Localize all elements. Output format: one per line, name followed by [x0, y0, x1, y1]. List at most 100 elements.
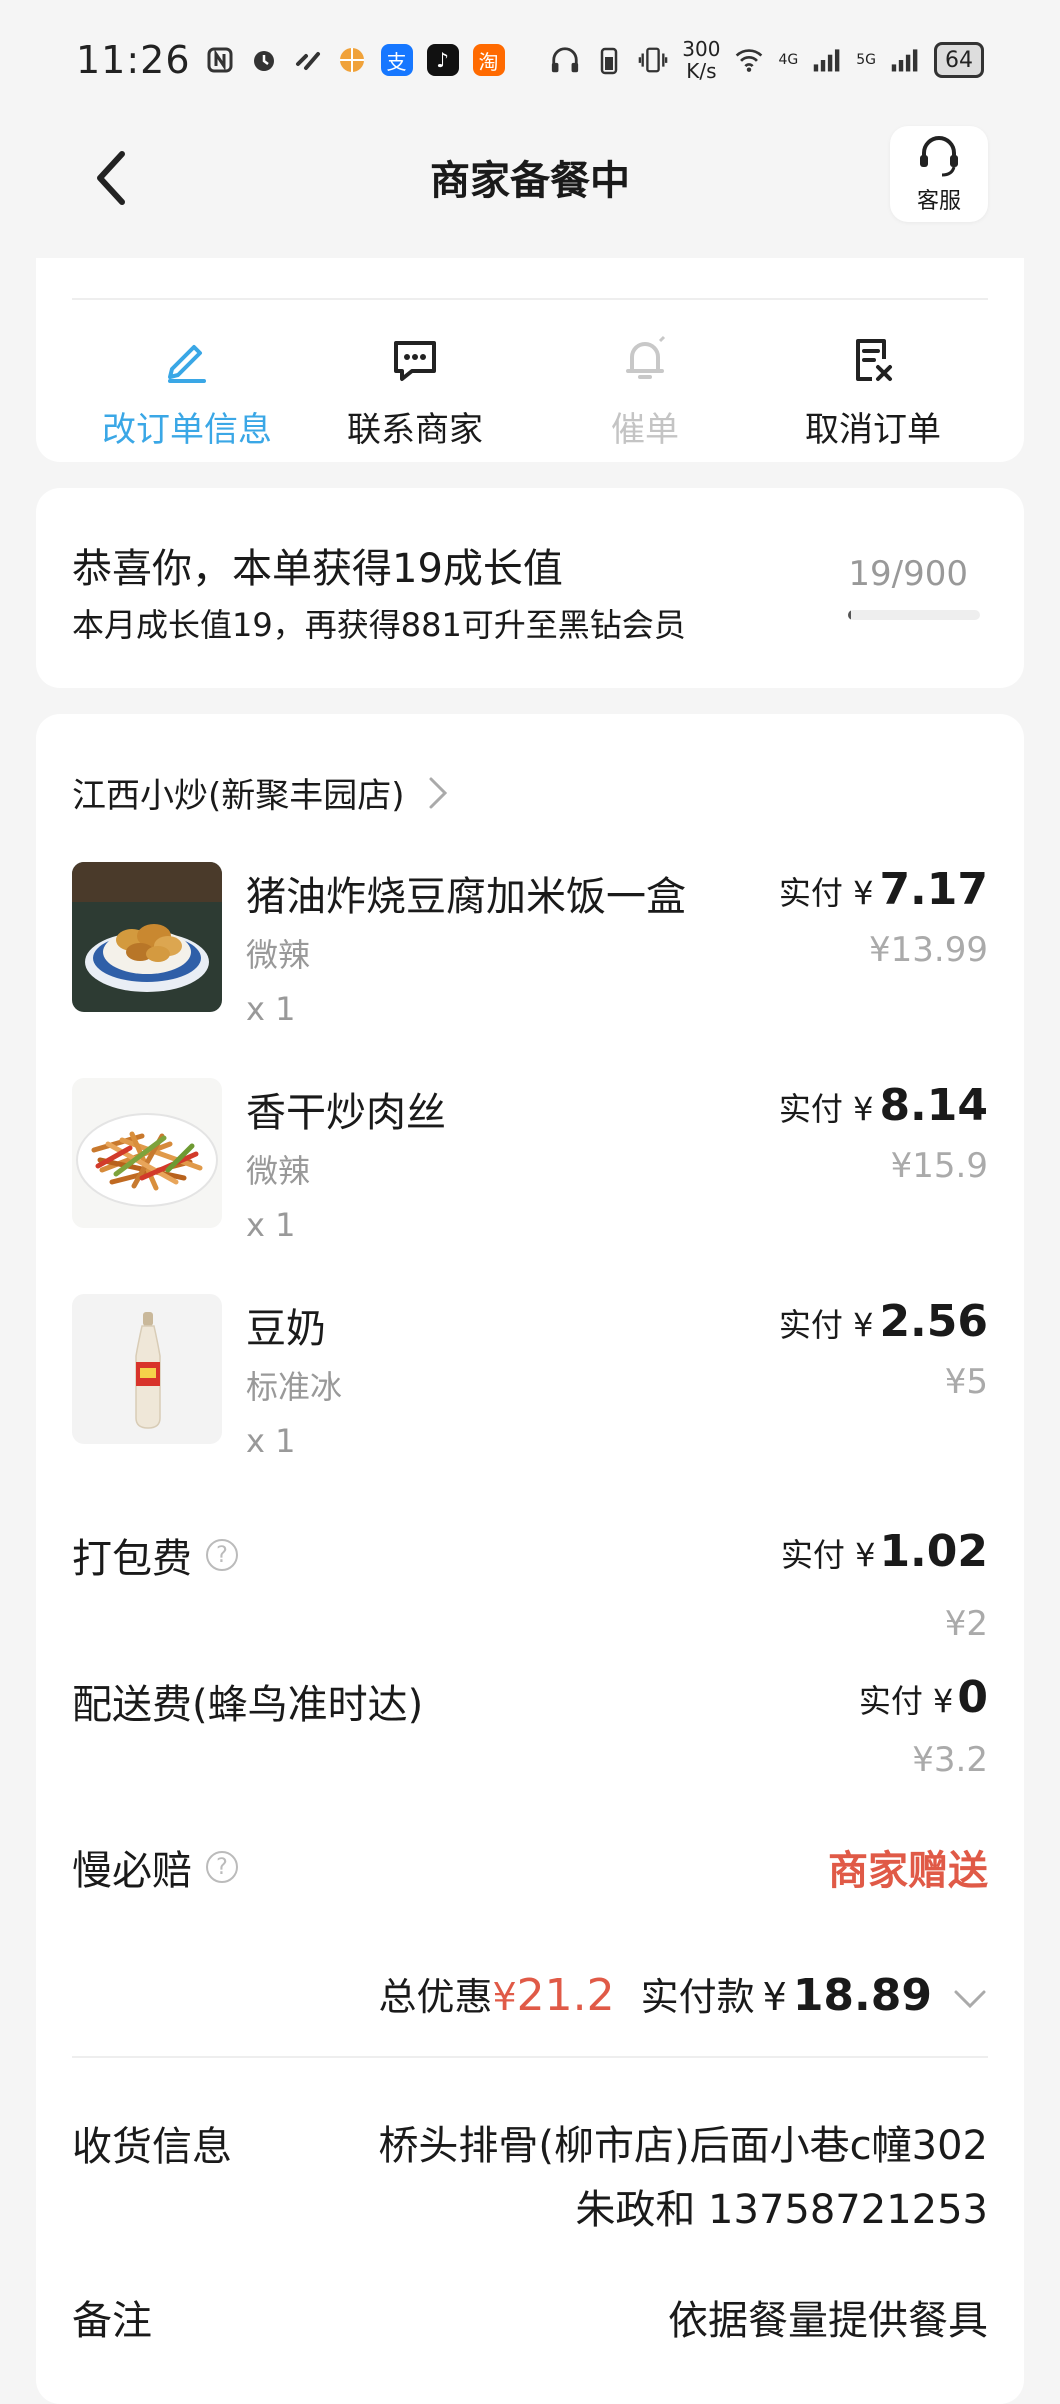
divider — [72, 2056, 988, 2058]
paid-prefix: 实付 — [779, 1090, 843, 1128]
currency-symbol: ¥ — [853, 1306, 873, 1344]
battery-indicator: 64 — [934, 42, 984, 78]
alipay-icon: 支 — [381, 44, 413, 76]
vibrate-icon — [638, 45, 668, 75]
discount-currency: ¥ — [492, 1975, 516, 2019]
soy-milk-image — [72, 1294, 222, 1444]
growth-count: 19/900 — [848, 554, 968, 594]
item-name: 豆奶 — [246, 1296, 326, 1354]
status-bar: 11:26 支 ♪ 淘 300 K/s — [0, 0, 1060, 120]
help-icon[interactable]: ? — [206, 1539, 238, 1571]
edit-icon — [72, 332, 302, 388]
cancel-order-label: 取消订单 — [758, 402, 988, 451]
item-quantity: x 1 — [246, 1206, 295, 1244]
cancel-order-icon — [758, 332, 988, 388]
paid-amount: 8.14 — [879, 1080, 988, 1131]
growth-title: 恭喜你，本单获得19成长值 — [72, 536, 563, 594]
headphones-icon — [550, 45, 580, 75]
signal-icon — [890, 45, 920, 75]
total-paid-amount: 18.89 — [793, 1970, 932, 2021]
delivery-info-value[interactable]: 桥头排骨(柳市店)后面小巷c幢302 朱政和 13758721253 — [378, 2114, 988, 2242]
delivery-contact: 朱政和 13758721253 — [378, 2178, 988, 2242]
contact-merchant-label: 联系商家 — [300, 402, 530, 451]
paid-prefix: 实付 — [859, 1682, 923, 1720]
shop-name: 江西小炒(新聚丰园店) — [72, 768, 405, 817]
chevron-down-icon[interactable] — [952, 1988, 988, 2010]
chat-icon — [300, 332, 530, 388]
item-spec: 标准冰 — [246, 1362, 342, 1408]
currency-symbol: ¥ — [933, 1682, 953, 1720]
discount-amount: 21.2 — [517, 1970, 615, 2021]
net-speed-unit: K/s — [682, 60, 720, 82]
item-paid-price: 实付 ¥2.56 — [779, 1296, 988, 1347]
tiktok-icon: ♪ — [427, 44, 459, 76]
order-item[interactable]: 香干炒肉丝 微辣 x 1 实付 ¥8.14 ¥15.9 — [72, 1078, 988, 1258]
paid-amount: 0 — [957, 1672, 988, 1723]
packing-fee-original: ¥2 — [945, 1604, 988, 1644]
total-paid-currency: ¥ — [763, 1975, 787, 2019]
order-summary[interactable]: 总优惠 ¥ 21.2 实付款 ¥ 18.89 — [378, 1966, 988, 2021]
item-quantity: x 1 — [246, 1422, 295, 1460]
packing-fee-paid: 实付 ¥1.02 — [781, 1526, 988, 1577]
currency-symbol: ¥ — [853, 1090, 873, 1128]
customer-service-button[interactable]: 客服 — [890, 126, 988, 222]
delivery-fee-row: 配送费(蜂鸟准时达) 实付 ¥0 ¥3.2 — [72, 1672, 988, 1812]
packing-fee-label: 打包费 ? — [72, 1526, 238, 1584]
growth-progress-fill — [848, 610, 851, 620]
paid-amount: 1.02 — [879, 1526, 988, 1577]
network-5g-label: 5G — [856, 52, 876, 68]
shop-link[interactable]: 江西小炒(新聚丰园店) — [72, 768, 449, 817]
status-right: 300 K/s 4G 5G 64 — [550, 38, 984, 82]
status-left: 11:26 支 ♪ 淘 — [76, 38, 505, 82]
item-name: 猪油炸烧豆腐加米饭一盒 — [246, 864, 686, 922]
fried-tofu-image — [72, 862, 222, 1012]
urge-order-button[interactable]: 催单 — [530, 332, 760, 451]
item-original-price: ¥15.9 — [891, 1146, 988, 1186]
delivery-fee-original: ¥3.2 — [912, 1740, 988, 1780]
order-actions-card: 改订单信息 联系商家 催单 取消订单 — [36, 258, 1024, 462]
late-guarantee-row: 慢必赔 ? 商家赠送 — [72, 1838, 988, 1898]
growth-value-card[interactable]: 恭喜你，本单获得19成长值 本月成长值19，再获得881可升至黑钻会员 19/9… — [36, 488, 1024, 688]
currency-symbol: ¥ — [855, 1536, 875, 1574]
order-detail-card: 江西小炒(新聚丰园店) 猪油炸烧豆腐加米饭一盒 微辣 x 1 实付 ¥7.17 — [36, 714, 1024, 2404]
taobao-icon: 淘 — [473, 44, 505, 76]
order-item[interactable]: 猪油炸烧豆腐加米饭一盒 微辣 x 1 实付 ¥7.17 ¥13.99 — [72, 862, 988, 1042]
paid-prefix: 实付 — [781, 1536, 845, 1574]
nav-bar: 商家备餐中 客服 — [0, 120, 1060, 230]
packing-fee-text: 打包费 — [72, 1526, 192, 1584]
game-ball-icon — [337, 45, 367, 75]
discount-label: 总优惠 — [378, 1966, 492, 2021]
delivery-fee-paid: 实付 ¥0 — [859, 1672, 988, 1723]
divider — [72, 298, 988, 300]
chevron-right-icon — [427, 775, 449, 811]
net-speed-value: 300 — [682, 38, 720, 60]
net-speed: 300 K/s — [682, 38, 720, 82]
help-icon[interactable]: ? — [206, 1851, 238, 1883]
delivery-address: 桥头排骨(柳市店)后面小巷c幢302 — [378, 2114, 988, 2178]
nfc-icon — [205, 45, 235, 75]
delivery-info-label: 收货信息 — [72, 2114, 232, 2172]
item-paid-price: 实付 ¥7.17 — [779, 864, 988, 915]
contact-merchant-button[interactable]: 联系商家 — [300, 332, 530, 451]
item-name: 香干炒肉丝 — [246, 1080, 446, 1138]
paid-prefix: 实付 — [779, 874, 843, 912]
currency-symbol: ¥ — [853, 874, 873, 912]
earbuds-battery-icon — [594, 45, 624, 75]
paid-amount: 2.56 — [879, 1296, 988, 1347]
delivery-fee-label: 配送费(蜂鸟准时达) — [72, 1672, 423, 1730]
network-4g-label: 4G — [778, 52, 798, 68]
edit-order-label: 改订单信息 — [72, 402, 302, 451]
shredded-pork-image — [72, 1078, 222, 1228]
paid-prefix: 实付 — [779, 1306, 843, 1344]
edit-order-button[interactable]: 改订单信息 — [72, 332, 302, 451]
urge-order-label: 催单 — [530, 402, 760, 451]
order-item[interactable]: 豆奶 标准冰 x 1 实付 ¥2.56 ¥5 — [72, 1294, 988, 1474]
remark-label: 备注 — [72, 2288, 152, 2346]
item-spec: 微辣 — [246, 1146, 310, 1192]
remark-value: 依据餐量提供餐具 — [668, 2288, 988, 2346]
link-icon — [293, 45, 323, 75]
customer-service-label: 客服 — [917, 183, 961, 215]
total-paid-label: 实付款 — [641, 1966, 755, 2021]
cancel-order-button[interactable]: 取消订单 — [758, 332, 988, 451]
bell-icon — [530, 332, 760, 388]
